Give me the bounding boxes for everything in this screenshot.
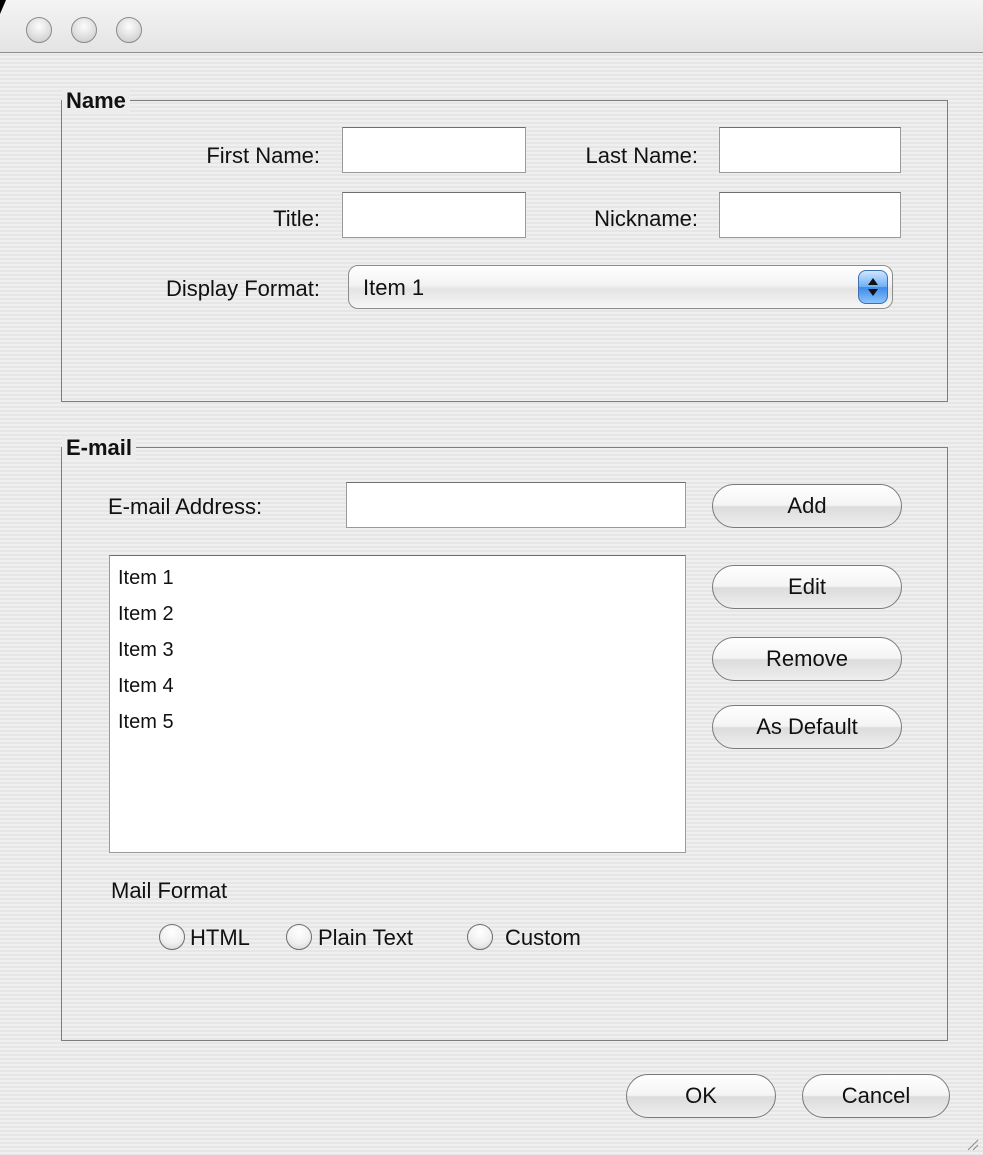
- radio-html[interactable]: [159, 924, 185, 950]
- resize-grip-icon[interactable]: [965, 1137, 979, 1151]
- last-name-field[interactable]: [719, 127, 901, 173]
- remove-button[interactable]: Remove: [712, 637, 902, 681]
- display-format-label: Display Format:: [165, 276, 320, 301]
- list-item[interactable]: Item 5: [118, 710, 174, 734]
- add-button[interactable]: Add: [712, 484, 902, 528]
- email-address-label: E-mail Address:: [108, 494, 263, 519]
- zoom-window-button[interactable]: [116, 17, 142, 43]
- display-format-popup[interactable]: Item 1: [348, 265, 893, 309]
- display-format-selected-value: Item 1: [363, 275, 425, 300]
- ok-button[interactable]: OK: [626, 1074, 776, 1118]
- nickname-field[interactable]: [719, 192, 901, 238]
- email-group-legend: E-mail: [62, 436, 137, 460]
- edit-button[interactable]: Edit: [712, 565, 902, 609]
- list-item[interactable]: Item 1: [118, 566, 174, 590]
- nickname-label: Nickname:: [594, 206, 698, 231]
- first-name-field[interactable]: [342, 127, 526, 173]
- last-name-label: Last Name:: [585, 143, 699, 168]
- title-bar: [0, 0, 983, 53]
- window-corner-mark: [0, 0, 6, 14]
- minimize-window-button[interactable]: [71, 17, 97, 43]
- email-address-field[interactable]: [346, 482, 686, 528]
- radio-custom[interactable]: [467, 924, 493, 950]
- list-item[interactable]: Item 2: [118, 602, 174, 626]
- name-group-legend: Name: [62, 89, 130, 113]
- email-list[interactable]: Item 1 Item 2 Item 3 Item 4 Item 5: [109, 555, 686, 853]
- popup-arrows-icon: [858, 270, 888, 304]
- radio-plain-text-label[interactable]: Plain Text: [318, 925, 413, 951]
- list-item[interactable]: Item 4: [118, 674, 174, 698]
- as-default-button[interactable]: As Default: [712, 705, 902, 749]
- first-name-label: First Name:: [206, 143, 320, 168]
- radio-plain-text[interactable]: [286, 924, 312, 950]
- title-field[interactable]: [342, 192, 526, 238]
- cancel-button[interactable]: Cancel: [802, 1074, 950, 1118]
- mail-format-label: Mail Format: [111, 878, 228, 903]
- list-item[interactable]: Item 3: [118, 638, 174, 662]
- radio-custom-label[interactable]: Custom: [505, 925, 581, 951]
- radio-html-label[interactable]: HTML: [190, 925, 250, 951]
- close-window-button[interactable]: [26, 17, 52, 43]
- title-label: Title:: [273, 206, 320, 231]
